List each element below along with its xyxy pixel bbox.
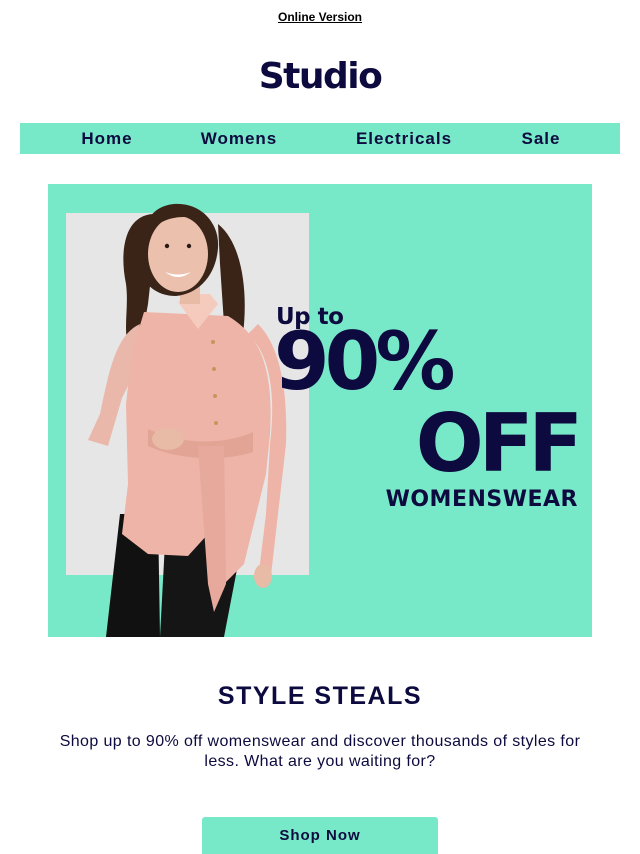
- main-nav: Home Womens Electricals Sale: [20, 123, 620, 154]
- nav-item-womens[interactable]: Womens: [201, 123, 278, 154]
- studio-logo[interactable]: Studio: [0, 56, 640, 97]
- hero-category-text: WOMENSWEAR: [385, 487, 578, 512]
- nav-item-electricals[interactable]: Electricals: [356, 123, 452, 154]
- nav-item-home[interactable]: Home: [81, 123, 132, 154]
- hero-discount-percent: 90%: [274, 315, 455, 408]
- shop-now-button[interactable]: Shop Now: [202, 817, 438, 854]
- section-body-text: Shop up to 90% off womenswear and discov…: [59, 733, 581, 770]
- hero-banner[interactable]: Up to 90% OFF WOMENSWEAR: [48, 184, 592, 637]
- nav-item-sale[interactable]: Sale: [522, 123, 561, 154]
- hero-off-text: OFF: [415, 397, 583, 490]
- online-version-link[interactable]: Online Version: [0, 10, 640, 24]
- section-heading: STYLE STEALS: [217, 682, 423, 710]
